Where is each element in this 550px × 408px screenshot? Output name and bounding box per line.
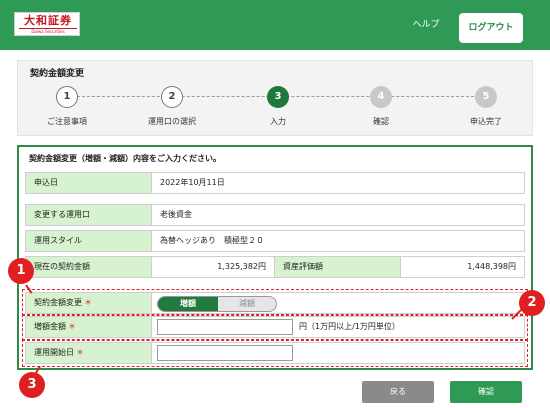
asset-value-value: 1,448,398円 — [400, 256, 525, 278]
logo-text: 大和証券 — [24, 14, 72, 27]
step-number: 5 — [475, 86, 497, 108]
highlight-box-3 — [22, 339, 528, 367]
current-amount-value: 1,325,382円 — [151, 256, 275, 278]
step-2: 2 運用口の選択 — [132, 86, 212, 130]
back-button[interactable]: 戻る — [362, 381, 434, 403]
help-link[interactable]: ヘルプ — [408, 18, 444, 32]
step-3: 3 入力 — [238, 86, 318, 130]
step-number: 1 — [56, 86, 78, 108]
step-5: 5 申込完了 — [446, 86, 526, 130]
step-1: 1 ご注意事項 — [27, 86, 107, 130]
step-label: 運用口の選択 — [148, 117, 196, 126]
step-label: 確認 — [373, 117, 389, 126]
step-4: 4 確認 — [341, 86, 421, 130]
step-label: 申込完了 — [470, 117, 502, 126]
highlight-box-1 — [22, 289, 528, 316]
annotation-marker-1: 1 — [8, 258, 34, 284]
app-header: 大和証券 Daiwa Securities ヘルプ ログアウト — [0, 0, 550, 50]
form-instruction: 契約金額変更（増額・減額）内容をご入力ください。 — [29, 154, 221, 163]
daiwa-logo[interactable]: 大和証券 Daiwa Securities — [14, 12, 80, 36]
application-date-value: 2022年10月11日 — [151, 172, 525, 194]
asset-value-label: 資産評価額 — [274, 256, 401, 278]
highlight-box-2 — [22, 314, 528, 341]
progress-stepper: 契約金額変更 1 ご注意事項 2 運用口の選択 3 入力 4 確認 5 申込完了 — [17, 60, 533, 136]
current-amount-label: 現在の契約金額 — [25, 256, 152, 278]
logo-subtext: Daiwa Securities — [31, 29, 65, 34]
annotation-marker-2: 2 — [519, 290, 545, 316]
step-label: 入力 — [270, 117, 286, 126]
stepper-title: 契約金額変更 — [30, 69, 85, 79]
step-label: ご注意事項 — [47, 117, 87, 126]
step-number: 2 — [161, 86, 183, 108]
account-label: 変更する運用口 — [25, 204, 152, 226]
account-value: 老後資金 — [151, 204, 525, 226]
annotation-marker-3: 3 — [19, 372, 45, 398]
application-date-label: 申込日 — [25, 172, 152, 194]
style-label: 運用スタイル — [25, 230, 152, 252]
step-number: 3 — [267, 86, 289, 108]
logout-button[interactable]: ログアウト — [459, 13, 523, 43]
style-value: 為替ヘッジあり 積極型２０ — [151, 230, 525, 252]
step-number: 4 — [370, 86, 392, 108]
confirm-button[interactable]: 確認 — [450, 381, 522, 403]
